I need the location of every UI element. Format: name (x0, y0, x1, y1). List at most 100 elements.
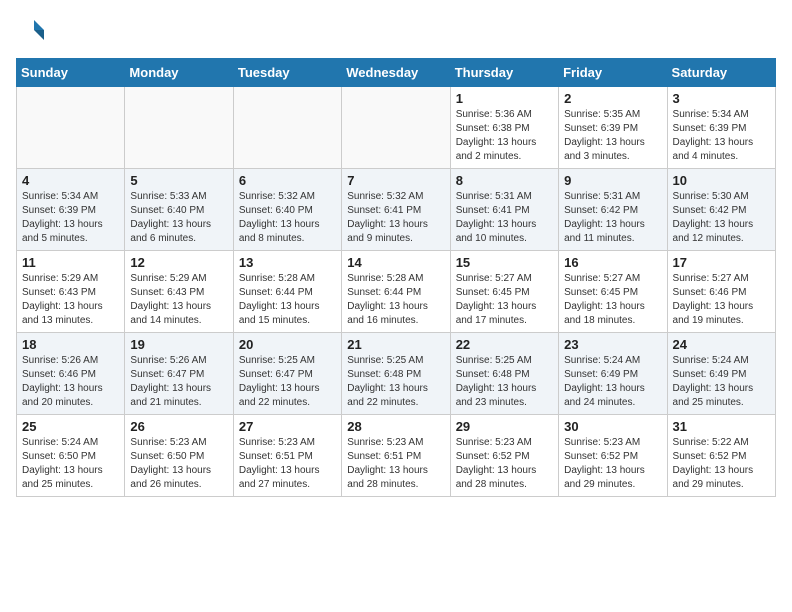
calendar-cell: 20 Sunrise: 5:25 AMSunset: 6:47 PMDayligh… (233, 333, 341, 415)
calendar-cell (17, 87, 125, 169)
calendar-cell: 11 Sunrise: 5:29 AMSunset: 6:43 PMDayligh… (17, 251, 125, 333)
calendar-cell: 10 Sunrise: 5:30 AMSunset: 6:42 PMDayligh… (667, 169, 775, 251)
day-number: 3 (673, 91, 770, 106)
calendar-cell: 1Sunrise: 5:36 AMSunset: 6:38 PMDaylight… (450, 87, 558, 169)
day-number: 11 (22, 255, 119, 270)
column-header-sunday: Sunday (17, 59, 125, 87)
day-number: 31 (673, 419, 770, 434)
calendar-cell: 2 Sunrise: 5:35 AMSunset: 6:39 PMDaylight… (559, 87, 667, 169)
day-number: 30 (564, 419, 661, 434)
day-info: Sunrise: 5:27 AMSunset: 6:45 PMDaylight:… (564, 272, 661, 328)
calendar-cell: 4Sunrise: 5:34 AMSunset: 6:39 PMDaylight… (17, 169, 125, 251)
calendar-cell: 22 Sunrise: 5:25 AMSunset: 6:48 PMDayligh… (450, 333, 558, 415)
day-number: 8 (456, 173, 553, 188)
calendar-week-row: 25 Sunrise: 5:24 AMSunset: 6:50 PMDayligh… (17, 415, 776, 497)
calendar-cell: 28 Sunrise: 5:23 AMSunset: 6:51 PMDayligh… (342, 415, 450, 497)
day-info: Sunrise: 5:29 AMSunset: 6:43 PMDaylight:… (130, 272, 227, 328)
day-number: 10 (673, 173, 770, 188)
calendar-cell: 13 Sunrise: 5:28 AMSunset: 6:44 PMDayligh… (233, 251, 341, 333)
day-number: 4 (22, 173, 119, 188)
day-info: Sunrise: 5:27 AMSunset: 6:45 PMDaylight:… (456, 272, 553, 328)
calendar-cell: 12 Sunrise: 5:29 AMSunset: 6:43 PMDayligh… (125, 251, 233, 333)
day-number: 1 (456, 91, 553, 106)
day-info: Sunrise: 5:23 AMSunset: 6:51 PMDaylight:… (347, 436, 444, 492)
calendar-header-row: SundayMondayTuesdayWednesdayThursdayFrid… (17, 59, 776, 87)
calendar-cell: 21 Sunrise: 5:25 AMSunset: 6:48 PMDayligh… (342, 333, 450, 415)
calendar-cell: 9 Sunrise: 5:31 AMSunset: 6:42 PMDaylight… (559, 169, 667, 251)
day-info: Sunrise: 5:29 AMSunset: 6:43 PMDaylight:… (22, 272, 119, 328)
day-number: 27 (239, 419, 336, 434)
day-info: Sunrise: 5:28 AMSunset: 6:44 PMDaylight:… (347, 272, 444, 328)
day-number: 17 (673, 255, 770, 270)
calendar-cell: 31 Sunrise: 5:22 AMSunset: 6:52 PMDayligh… (667, 415, 775, 497)
day-info: Sunrise: 5:23 AMSunset: 6:51 PMDaylight:… (239, 436, 336, 492)
calendar-cell: 29 Sunrise: 5:23 AMSunset: 6:52 PMDayligh… (450, 415, 558, 497)
calendar-table: SundayMondayTuesdayWednesdayThursdayFrid… (16, 58, 776, 497)
day-info: Sunrise: 5:23 AMSunset: 6:52 PMDaylight:… (456, 436, 553, 492)
page-header (16, 16, 776, 46)
calendar-cell: 24 Sunrise: 5:24 AMSunset: 6:49 PMDayligh… (667, 333, 775, 415)
day-info: Sunrise: 5:23 AMSunset: 6:52 PMDaylight:… (564, 436, 661, 492)
calendar-week-row: 4Sunrise: 5:34 AMSunset: 6:39 PMDaylight… (17, 169, 776, 251)
calendar-cell: 30 Sunrise: 5:23 AMSunset: 6:52 PMDayligh… (559, 415, 667, 497)
calendar-cell: 25 Sunrise: 5:24 AMSunset: 6:50 PMDayligh… (17, 415, 125, 497)
day-number: 15 (456, 255, 553, 270)
column-header-tuesday: Tuesday (233, 59, 341, 87)
day-info: Sunrise: 5:28 AMSunset: 6:44 PMDaylight:… (239, 272, 336, 328)
calendar-week-row: 18Sunrise: 5:26 AMSunset: 6:46 PMDayligh… (17, 333, 776, 415)
calendar-week-row: 11 Sunrise: 5:29 AMSunset: 6:43 PMDayligh… (17, 251, 776, 333)
calendar-cell: 15 Sunrise: 5:27 AMSunset: 6:45 PMDayligh… (450, 251, 558, 333)
calendar-cell: 14 Sunrise: 5:28 AMSunset: 6:44 PMDayligh… (342, 251, 450, 333)
day-number: 24 (673, 337, 770, 352)
calendar-cell: 18Sunrise: 5:26 AMSunset: 6:46 PMDayligh… (17, 333, 125, 415)
day-info: Sunrise: 5:25 AMSunset: 6:48 PMDaylight:… (347, 354, 444, 410)
calendar-week-row: 1Sunrise: 5:36 AMSunset: 6:38 PMDaylight… (17, 87, 776, 169)
day-number: 14 (347, 255, 444, 270)
calendar-cell: 27 Sunrise: 5:23 AMSunset: 6:51 PMDayligh… (233, 415, 341, 497)
day-number: 29 (456, 419, 553, 434)
day-number: 28 (347, 419, 444, 434)
day-number: 6 (239, 173, 336, 188)
day-info: Sunrise: 5:22 AMSunset: 6:52 PMDaylight:… (673, 436, 770, 492)
day-number: 21 (347, 337, 444, 352)
day-number: 5 (130, 173, 227, 188)
day-number: 7 (347, 173, 444, 188)
column-header-wednesday: Wednesday (342, 59, 450, 87)
calendar-cell: 16 Sunrise: 5:27 AMSunset: 6:45 PMDayligh… (559, 251, 667, 333)
day-info: Sunrise: 5:31 AMSunset: 6:41 PMDaylight:… (456, 190, 553, 246)
calendar-cell: 17Sunrise: 5:27 AMSunset: 6:46 PMDayligh… (667, 251, 775, 333)
day-info: Sunrise: 5:24 AMSunset: 6:50 PMDaylight:… (22, 436, 119, 492)
day-number: 16 (564, 255, 661, 270)
day-number: 23 (564, 337, 661, 352)
day-number: 22 (456, 337, 553, 352)
calendar-cell: 7Sunrise: 5:32 AMSunset: 6:41 PMDaylight… (342, 169, 450, 251)
calendar-cell: 3Sunrise: 5:34 AMSunset: 6:39 PMDaylight… (667, 87, 775, 169)
day-number: 13 (239, 255, 336, 270)
day-info: Sunrise: 5:35 AMSunset: 6:39 PMDaylight:… (564, 108, 661, 164)
day-number: 2 (564, 91, 661, 106)
day-number: 26 (130, 419, 227, 434)
day-number: 25 (22, 419, 119, 434)
day-info: Sunrise: 5:30 AMSunset: 6:42 PMDaylight:… (673, 190, 770, 246)
day-number: 9 (564, 173, 661, 188)
day-info: Sunrise: 5:25 AMSunset: 6:47 PMDaylight:… (239, 354, 336, 410)
day-info: Sunrise: 5:23 AMSunset: 6:50 PMDaylight:… (130, 436, 227, 492)
day-info: Sunrise: 5:25 AMSunset: 6:48 PMDaylight:… (456, 354, 553, 410)
calendar-cell: 19Sunrise: 5:26 AMSunset: 6:47 PMDayligh… (125, 333, 233, 415)
day-info: Sunrise: 5:24 AMSunset: 6:49 PMDaylight:… (564, 354, 661, 410)
day-number: 20 (239, 337, 336, 352)
day-info: Sunrise: 5:32 AMSunset: 6:40 PMDaylight:… (239, 190, 336, 246)
day-number: 18 (22, 337, 119, 352)
day-info: Sunrise: 5:31 AMSunset: 6:42 PMDaylight:… (564, 190, 661, 246)
column-header-saturday: Saturday (667, 59, 775, 87)
calendar-cell: 6 Sunrise: 5:32 AMSunset: 6:40 PMDaylight… (233, 169, 341, 251)
logo (16, 16, 50, 46)
day-info: Sunrise: 5:24 AMSunset: 6:49 PMDaylight:… (673, 354, 770, 410)
logo-icon (16, 16, 46, 46)
calendar-cell: 8 Sunrise: 5:31 AMSunset: 6:41 PMDaylight… (450, 169, 558, 251)
day-info: Sunrise: 5:26 AMSunset: 6:47 PMDaylight:… (130, 354, 227, 410)
calendar-cell (125, 87, 233, 169)
calendar-cell (342, 87, 450, 169)
calendar-cell (233, 87, 341, 169)
day-number: 12 (130, 255, 227, 270)
